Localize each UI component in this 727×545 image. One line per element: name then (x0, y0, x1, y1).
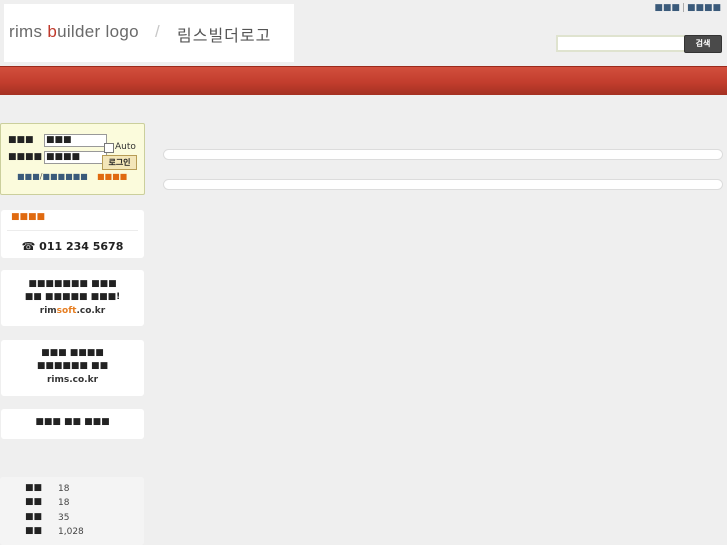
promo-a-line1: ■■■■■■■ ■■■ (28, 279, 117, 289)
logo-en-prefix: rims (9, 22, 48, 41)
main-nav-bar (0, 66, 727, 95)
promo-a-line2: ■■ ■■■■■ ■■■! (24, 292, 121, 302)
login-id-label: ■■■ (8, 135, 34, 145)
contact-phone: ☎ 011 234 5678 (0, 240, 145, 253)
contact-title: ■■■■ (11, 212, 46, 222)
join-link[interactable]: ■■■■ (97, 172, 127, 181)
top-link-separator: | (681, 3, 685, 13)
contact-divider (7, 230, 138, 231)
top-link-1[interactable]: ■■■ (654, 3, 680, 13)
phone-icon: ☎ (21, 240, 36, 253)
stat-value-1: 18 (58, 484, 70, 494)
promo-c-line1: ■■■ ■■ ■■■ (35, 417, 110, 427)
promo-b-line2: ■■■■■■ ■■ (36, 361, 109, 371)
stat-label-1: ■■ (25, 483, 43, 493)
content-bar-2 (163, 179, 723, 190)
logo-en-accent: b (47, 22, 58, 41)
logo-divider: / (155, 22, 160, 41)
logo-korean[interactable]: 림스빌더로고 (177, 22, 271, 46)
find-id-link[interactable]: ■■■ (17, 172, 40, 181)
content-bar-1 (163, 149, 723, 160)
stat-value-2: 18 (58, 498, 70, 508)
stat-value-3: 35 (58, 513, 70, 523)
find-account-links: ■■■/■■■■■■ (17, 172, 88, 181)
stat-label-4: ■■ (25, 526, 43, 536)
login-id-input[interactable]: ■■■ (44, 134, 107, 147)
logo-english[interactable]: rims builder logo (9, 22, 139, 42)
phone-number: 011 234 5678 (39, 240, 124, 253)
login-pw-input[interactable]: ■■■■ (44, 151, 107, 164)
stat-label-2: ■■ (25, 497, 43, 507)
auto-login-checkbox[interactable] (104, 143, 114, 153)
promo-b-domain[interactable]: rims.co.kr (1, 374, 144, 387)
domain-accent: soft (56, 306, 77, 316)
top-links: ■■■ | ■■■■ (654, 3, 721, 13)
promo-a-domain[interactable]: rimsoft.co.kr (1, 305, 144, 318)
find-pw-link[interactable]: ■■■■■■ (42, 172, 87, 181)
login-pw-label: ■■■■ (8, 152, 43, 162)
login-button[interactable]: 로그인 (102, 155, 137, 170)
search-input[interactable] (556, 35, 686, 52)
auto-login-label: Auto (115, 142, 136, 152)
domain-prefix: rim (39, 306, 57, 316)
domain-suffix: .co.kr (76, 306, 106, 316)
top-link-2[interactable]: ■■■■ (687, 3, 721, 13)
logo-en-rest: uilder logo (57, 22, 139, 41)
stat-value-4: 1,028 (58, 527, 84, 537)
promo-b-line1: ■■■ ■■■■ (41, 348, 104, 358)
stat-label-3: ■■ (25, 512, 43, 522)
search-button[interactable]: 검색 (684, 35, 722, 53)
